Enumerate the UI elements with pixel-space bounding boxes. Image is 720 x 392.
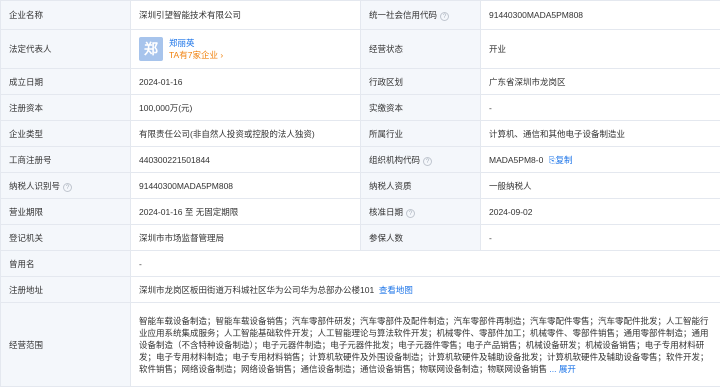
insured-count: - — [480, 224, 720, 251]
help-icon[interactable]: ? — [406, 208, 416, 218]
former-name: - — [130, 250, 720, 277]
expand-link[interactable]: ... 展开 — [549, 364, 575, 374]
reg-number: 440300221501844 — [130, 146, 361, 173]
label-former-name: 曾用名 — [0, 250, 131, 277]
table-row: 注册地址 深圳市龙岗区板田街道万科城社区华为公司华为总部办公楼101 查看地图 — [0, 276, 720, 303]
avatar: 郑 — [139, 37, 163, 61]
table-row: 法定代表人 郑 郑丽英 TA有7家企业 › 经营状态 开业 — [0, 29, 720, 69]
region: 广东省深圳市龙岗区 — [480, 68, 720, 95]
label-approval-date: 核准日期? — [360, 198, 481, 225]
label-status: 经营状态 — [360, 29, 481, 69]
label-company-type: 企业类型 — [0, 120, 131, 147]
label-org-code: 组织机构代码? — [360, 146, 481, 173]
label-industry: 所属行业 — [360, 120, 481, 147]
label-company-name: 企业名称 — [0, 0, 131, 30]
table-row: 工商注册号 440300221501844 组织机构代码? MADA5PM8-0… — [0, 146, 720, 173]
label-legal-rep: 法定代表人 — [0, 29, 131, 69]
org-code: MADA5PM8-0 — [489, 154, 544, 165]
registered-capital: 100,000万(元) — [130, 94, 361, 121]
copy-icon: ⎘ — [548, 154, 556, 165]
label-reg-number: 工商注册号 — [0, 146, 131, 173]
label-business-term: 营业期限 — [0, 198, 131, 225]
label-region: 行政区划 — [360, 68, 481, 95]
label-text: 纳税人识别号 — [9, 180, 61, 191]
table-row: 注册资本 100,000万(元) 实缴资本 - — [0, 94, 720, 121]
label-taxpayer-id: 纳税人识别号? — [0, 172, 131, 199]
table-row: 成立日期 2024-01-16 行政区划 广东省深圳市龙岗区 — [0, 68, 720, 95]
table-row: 登记机关 深圳市市场监督管理局 参保人数 - — [0, 224, 720, 251]
industry: 计算机、通信和其他电子设备制造业 — [480, 120, 720, 147]
org-code-cell: MADA5PM8-0 ⎘复制 — [480, 146, 720, 173]
label-authority: 登记机关 — [0, 224, 131, 251]
founded-date: 2024-01-16 — [130, 68, 361, 95]
approval-date: 2024-09-02 — [480, 198, 720, 225]
label-paid-capital: 实缴资本 — [360, 94, 481, 121]
help-icon[interactable]: ? — [440, 12, 450, 21]
table-row: 曾用名 - — [0, 250, 720, 277]
table-row: 营业期限 2024-01-16 至 无固定期限 核准日期? 2024-09-02 — [0, 198, 720, 225]
business-scope: 智能车载设备制造；智能车载设备销售；汽车零部件研发；汽车零部件及配件制造；汽车零… — [139, 315, 709, 374]
help-icon[interactable]: ? — [63, 182, 73, 192]
company-name: 深圳引望智能技术有限公司 — [130, 0, 361, 30]
copy-label: 复制 — [555, 154, 573, 165]
address-cell: 深圳市龙岗区板田街道万科城社区华为公司华为总部办公楼101 查看地图 — [130, 276, 720, 303]
table-row: 企业类型 有限责任公司(非自然人投资或控股的法人独资) 所属行业 计算机、通信和… — [0, 120, 720, 147]
company-type: 有限责任公司(非自然人投资或控股的法人独资) — [130, 120, 361, 147]
label-founded: 成立日期 — [0, 68, 131, 95]
taxpayer-id: 91440300MADA5PM808 — [130, 172, 361, 199]
business-info-table: 企业名称 深圳引望智能技术有限公司 统一社会信用代码? 91440300MADA… — [0, 0, 720, 387]
business-term: 2024-01-16 至 无固定期限 — [130, 198, 361, 225]
label-text: 组织机构代码 — [369, 154, 421, 165]
business-scope-cell: 智能车载设备制造；智能车载设备销售；汽车零部件研发；汽车零部件及配件制造；汽车零… — [130, 302, 720, 387]
table-row: 纳税人识别号? 91440300MADA5PM808 纳税人资质 一般纳税人 — [0, 172, 720, 199]
taxpayer-qual: 一般纳税人 — [480, 172, 720, 199]
help-icon[interactable]: ? — [423, 156, 433, 166]
label-taxpayer-qual: 纳税人资质 — [360, 172, 481, 199]
label-registered-capital: 注册资本 — [0, 94, 131, 121]
copy-button[interactable]: ⎘复制 — [549, 155, 573, 165]
table-row: 经营范围 智能车载设备制造；智能车载设备销售；汽车零部件研发；汽车零部件及配件制… — [0, 302, 720, 387]
label-text: 核准日期 — [369, 206, 404, 217]
legal-rep-link[interactable]: 郑丽英 — [169, 37, 223, 49]
registered-address: 深圳市龙岗区板田街道万科城社区华为公司华为总部办公楼101 — [139, 284, 375, 295]
view-map-link[interactable]: 查看地图 — [379, 285, 413, 295]
label-business-scope: 经营范围 — [0, 302, 131, 387]
business-status: 开业 — [480, 29, 720, 69]
credit-code: 91440300MADA5PM808 — [480, 0, 720, 30]
label-insured-count: 参保人数 — [360, 224, 481, 251]
label-text: 统一社会信用代码 — [369, 10, 438, 20]
paid-capital: - — [480, 94, 720, 121]
table-row: 企业名称 深圳引望智能技术有限公司 统一社会信用代码? 91440300MADA… — [0, 0, 720, 30]
label-credit-code: 统一社会信用代码? — [360, 0, 481, 30]
registration-authority: 深圳市市场监督管理局 — [130, 224, 361, 251]
label-address: 注册地址 — [0, 276, 131, 303]
related-companies-link[interactable]: TA有7家企业 › — [169, 49, 223, 61]
legal-rep-cell: 郑 郑丽英 TA有7家企业 › — [130, 29, 361, 69]
